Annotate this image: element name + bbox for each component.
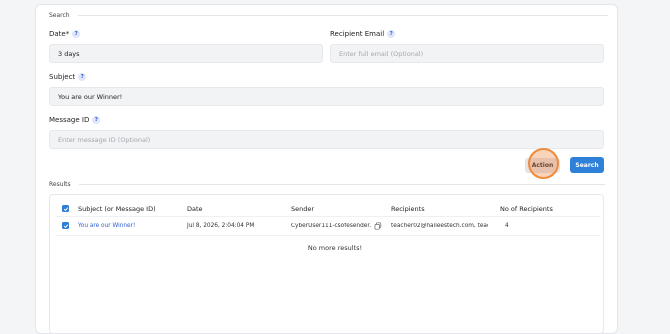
recipient-email-label-text: Recipient Email (330, 30, 385, 38)
column-header-date[interactable]: Date (187, 205, 203, 213)
subject-label-text: Subject (49, 73, 76, 81)
row-recipient-count: 4 (505, 223, 509, 229)
no-more-results-message: No more results! (307, 244, 363, 252)
message-id-input[interactable]: Enter message ID (Optional) (49, 130, 604, 149)
subject-label: Subject ? (49, 73, 87, 81)
column-header-recipients[interactable]: Recipients (391, 205, 425, 213)
date-label: Date* ? (49, 30, 81, 38)
divider (78, 184, 605, 185)
message-id-label: Message ID ? (49, 116, 101, 124)
results-table (49, 194, 604, 334)
copy-icon[interactable] (374, 222, 382, 230)
row-sender: CyberUser111-csofesender.007 (291, 223, 371, 229)
recipient-email-input[interactable]: Enter full email (Optional) (330, 44, 604, 63)
recipient-email-label: Recipient Email ? (330, 30, 396, 38)
column-header-sender[interactable]: Sender (291, 205, 314, 213)
search-section-label: Search (49, 12, 70, 19)
results-section-label: Results (49, 181, 71, 188)
date-select[interactable]: 3 days (49, 44, 323, 63)
results-section-title: Results (49, 181, 605, 188)
check-icon (63, 206, 68, 211)
action-button[interactable]: Action (525, 158, 560, 173)
subject-input[interactable]: You are our Winner! (49, 87, 604, 106)
date-label-text: Date* (49, 30, 70, 38)
row-recipients: teacher02@haileestech.com, teach (391, 223, 488, 229)
row-subject-link[interactable]: You are our Winner! (78, 223, 135, 229)
column-header-subject[interactable]: Subject (or Message ID) (78, 205, 156, 213)
row-checkbox[interactable] (62, 222, 69, 229)
row-date: Jul 8, 2026, 2:04:04 PM (187, 223, 255, 229)
row-divider (56, 216, 601, 217)
divider (77, 15, 608, 16)
row-divider (56, 235, 601, 236)
help-icon[interactable]: ? (72, 30, 81, 38)
help-icon[interactable]: ? (387, 30, 396, 38)
search-section-title: Search (49, 12, 608, 19)
column-header-count[interactable]: No of Recipients (500, 205, 553, 213)
message-id-label-text: Message ID (49, 116, 90, 124)
help-icon[interactable]: ? (78, 73, 87, 81)
check-icon (63, 223, 68, 228)
select-all-checkbox[interactable] (62, 205, 69, 212)
help-icon[interactable]: ? (92, 116, 101, 124)
search-button[interactable]: Search (570, 157, 604, 173)
